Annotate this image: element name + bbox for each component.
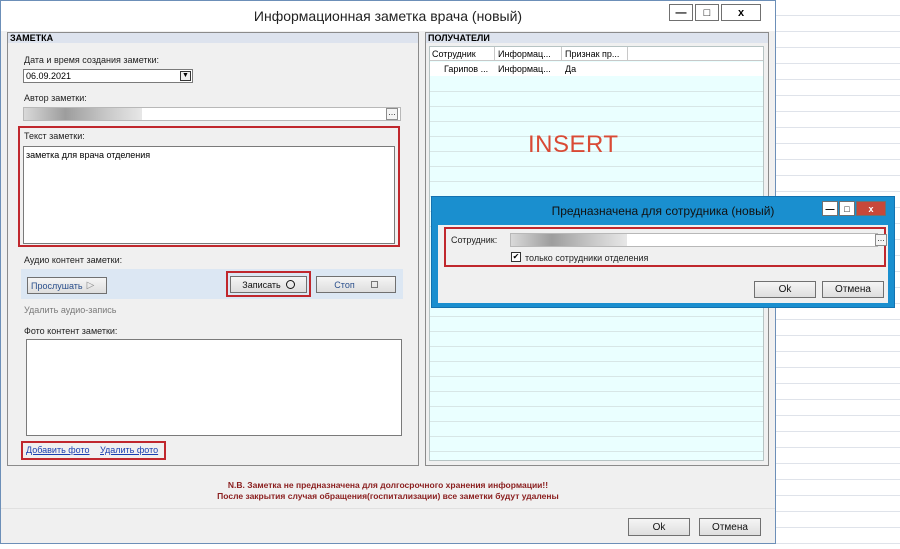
- dialog-cancel-button[interactable]: Отмена: [822, 281, 884, 298]
- cancel-button[interactable]: Отмена: [699, 518, 761, 536]
- audio-label: Аудио контент заметки:: [24, 255, 123, 265]
- record-icon: [285, 280, 295, 289]
- employee-browse-button[interactable]: …: [875, 234, 887, 246]
- note-text: заметка для врача отделения: [26, 150, 151, 160]
- dialog-minimize-button[interactable]: —: [822, 201, 838, 216]
- author-browse-button[interactable]: …: [386, 108, 398, 120]
- chevron-down-icon[interactable]: ▼: [180, 71, 191, 81]
- minimize-icon: —: [675, 6, 687, 19]
- author-label: Автор заметки:: [24, 93, 87, 103]
- listen-label: Прослушать: [31, 280, 83, 291]
- dialog-close-button[interactable]: x: [856, 201, 886, 216]
- department-checkbox[interactable]: ✔: [511, 252, 521, 262]
- photo-area[interactable]: [26, 339, 402, 436]
- delete-audio-link[interactable]: Удалить аудио-запись: [24, 305, 116, 315]
- stop-icon: [370, 281, 378, 288]
- table-cell: Да: [565, 64, 577, 74]
- retention-note-line1: N.B. Заметка не предназначена для долгос…: [227, 480, 549, 490]
- recipients-header: ПОЛУЧАТЕЛИ: [426, 33, 768, 43]
- window-titlebar: Информационная заметка врача (новый) — □…: [1, 1, 775, 31]
- close-button[interactable]: x: [721, 4, 761, 21]
- record-label: Записать: [242, 279, 281, 290]
- note-group-header: ЗАМЕТКА: [8, 33, 418, 43]
- employee-dialog: Предназначена для сотрудника (новый) — □…: [431, 196, 895, 308]
- employee-redacted: [511, 234, 627, 246]
- maximize-icon: □: [844, 203, 850, 214]
- dialog-body: Сотрудник: … ✔ только сотрудники отделен…: [438, 225, 888, 303]
- maximize-icon: □: [703, 6, 711, 19]
- note-textarea[interactable]: заметка для врача отделения: [23, 146, 395, 244]
- photo-label: Фото контент заметки:: [24, 326, 118, 336]
- dialog-maximize-button[interactable]: □: [839, 201, 855, 216]
- minimize-icon: —: [825, 203, 835, 214]
- table-row[interactable]: Гарипов ... Информац... Да: [430, 62, 763, 76]
- close-icon: x: [737, 6, 745, 19]
- retention-note-line2: После закрытия случая обращения(госпитал…: [217, 491, 559, 501]
- date-value: 06.09.2021: [26, 71, 72, 81]
- play-icon: ▷: [86, 280, 95, 291]
- text-label: Текст заметки:: [24, 131, 85, 141]
- table-cell: Информац...: [498, 64, 551, 74]
- table-cell: Гарипов ...: [444, 64, 489, 74]
- close-icon: x: [868, 203, 874, 214]
- insert-annotation: INSERT: [528, 131, 619, 158]
- date-select[interactable]: 06.09.2021 ▼: [23, 69, 193, 83]
- dialog-ok-button[interactable]: Ok: [754, 281, 816, 298]
- ok-button[interactable]: Ok: [628, 518, 690, 536]
- maximize-button[interactable]: □: [695, 4, 719, 21]
- date-label: Дата и время создания заметки:: [24, 55, 159, 65]
- add-photo-link[interactable]: Добавить фото: [26, 445, 90, 455]
- stop-label: Стоп: [334, 279, 355, 290]
- stop-button[interactable]: Стоп: [316, 276, 396, 293]
- delete-photo-link[interactable]: Удалить фото: [100, 445, 158, 455]
- grid-header: Сотрудник Информац... Признак пр...: [430, 47, 763, 61]
- column-header[interactable]: Признак пр...: [565, 49, 627, 59]
- checkbox-label: только сотрудники отделения: [525, 253, 649, 263]
- minimize-button[interactable]: —: [669, 4, 693, 21]
- employee-label: Сотрудник:: [451, 235, 498, 245]
- listen-button[interactable]: Прослушать ▷: [27, 277, 107, 294]
- column-header[interactable]: Информац...: [498, 49, 560, 59]
- column-header[interactable]: Сотрудник: [432, 49, 494, 59]
- record-button[interactable]: Записать: [230, 276, 307, 293]
- window-title: Информационная заметка врача (новый): [253, 8, 523, 24]
- author-redacted: [24, 108, 142, 120]
